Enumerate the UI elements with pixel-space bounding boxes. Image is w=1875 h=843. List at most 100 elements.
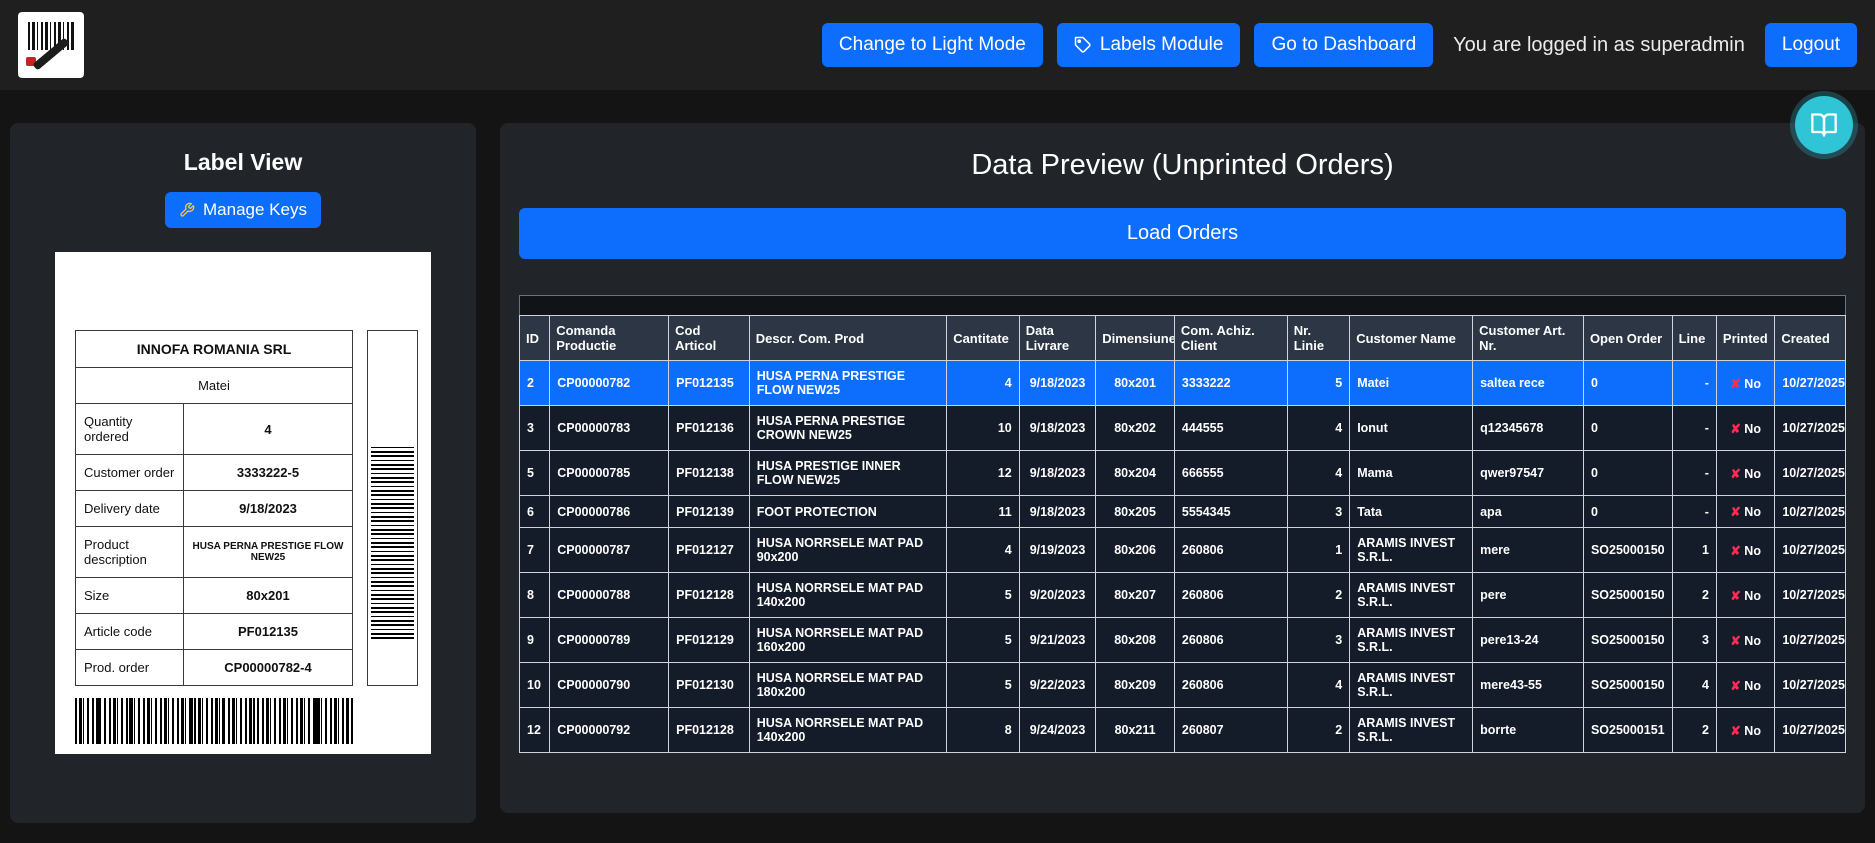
cell-created: 10/27/2025 <box>1775 496 1846 528</box>
column-header[interactable]: Customer Name <box>1350 316 1473 361</box>
table-row[interactable]: 8CP00000788PF012128HUSA NORRSELE MAT PAD… <box>520 573 1846 618</box>
label-field-value: 3333222-5 <box>184 455 353 491</box>
printed-label: No <box>1741 377 1761 391</box>
cell-com_achiz: 260806 <box>1174 663 1287 708</box>
cell-nr_linie: 4 <box>1287 663 1349 708</box>
wrench-icon <box>179 202 195 218</box>
cell-descr: HUSA NORRSELE MAT PAD 140x200 <box>749 708 946 753</box>
cell-comanda: CP00000783 <box>550 406 669 451</box>
cell-nr_linie: 4 <box>1287 406 1349 451</box>
label-field-name: Size <box>76 578 184 614</box>
column-header[interactable]: Printed <box>1716 316 1774 361</box>
dashboard-button[interactable]: Go to Dashboard <box>1254 23 1433 67</box>
cell-customer_name: ARAMIS INVEST S.R.L. <box>1350 618 1473 663</box>
cell-id: 2 <box>520 361 550 406</box>
label-field-row: Product descriptionHUSA PERNA PRESTIGE F… <box>76 527 353 578</box>
column-header[interactable]: Nr. Linie <box>1287 316 1349 361</box>
cell-open_order: SO25000150 <box>1583 573 1672 618</box>
cell-com_achiz: 3333222 <box>1174 361 1287 406</box>
cell-id: 7 <box>520 528 550 573</box>
cell-data_livrare: 9/24/2023 <box>1019 708 1096 753</box>
printed-label: No <box>1741 634 1761 648</box>
printed-label: No <box>1741 505 1761 519</box>
cell-customer_art: mere <box>1473 528 1584 573</box>
app-logo[interactable] <box>18 12 84 78</box>
cell-nr_linie: 1 <box>1287 528 1349 573</box>
cell-com_achiz: 260806 <box>1174 618 1287 663</box>
cell-customer_art: mere43-55 <box>1473 663 1584 708</box>
cell-printed: ✘ No <box>1716 361 1774 406</box>
column-header[interactable]: Data Livrare <box>1019 316 1096 361</box>
cell-data_livrare: 9/18/2023 <box>1019 451 1096 496</box>
label-field-name: Quantity ordered <box>76 404 184 455</box>
label-field-value: PF012135 <box>184 614 353 650</box>
cell-com_achiz: 5554345 <box>1174 496 1287 528</box>
label-field-name: Article code <box>76 614 184 650</box>
labels-module-button[interactable]: Labels Module <box>1057 23 1241 67</box>
table-row[interactable]: 12CP00000792PF012128HUSA NORRSELE MAT PA… <box>520 708 1846 753</box>
cell-printed: ✘ No <box>1716 496 1774 528</box>
column-header[interactable]: Comanda Productie <box>550 316 669 361</box>
column-header[interactable]: Com. Achiz. Client <box>1174 316 1287 361</box>
column-header[interactable]: Customer Art. Nr. <box>1473 316 1584 361</box>
cell-open_order: 0 <box>1583 361 1672 406</box>
table-row[interactable]: 10CP00000790PF012130HUSA NORRSELE MAT PA… <box>520 663 1846 708</box>
label-customer-row: Matei <box>76 368 353 404</box>
tag-icon <box>1074 36 1092 54</box>
column-header[interactable]: Open Order <box>1583 316 1672 361</box>
barcode-logo-icon <box>28 22 74 50</box>
light-mode-button[interactable]: Change to Light Mode <box>822 23 1043 67</box>
cell-customer_art: qwer97547 <box>1473 451 1584 496</box>
column-header[interactable]: ID <box>520 316 550 361</box>
cell-descr: FOOT PROTECTION <box>749 496 946 528</box>
label-company: INNOFA ROMANIA SRL <box>76 331 353 368</box>
label-preview: INNOFA ROMANIA SRL Matei Quantity ordere… <box>55 252 431 754</box>
main-content: Label View Manage Keys INNOFA ROMANIA SR… <box>0 90 1875 843</box>
table-row[interactable]: 5CP00000785PF012138HUSA PRESTIGE INNER F… <box>520 451 1846 496</box>
table-row[interactable]: 3CP00000783PF012136HUSA PERNA PRESTIGE C… <box>520 406 1846 451</box>
table-row[interactable]: 2CP00000782PF012135HUSA PERNA PRESTIGE F… <box>520 361 1846 406</box>
cell-line: 3 <box>1672 618 1716 663</box>
column-header[interactable]: Line <box>1672 316 1716 361</box>
cell-comanda: CP00000788 <box>550 573 669 618</box>
table-row[interactable]: 6CP00000786PF012139FOOT PROTECTION119/18… <box>520 496 1846 528</box>
cell-customer_art: pere13-24 <box>1473 618 1584 663</box>
cell-cod: PF012139 <box>669 496 750 528</box>
column-header[interactable]: Dimensiune <box>1096 316 1175 361</box>
column-header[interactable]: Cod Articol <box>669 316 750 361</box>
column-header[interactable]: Descr. Com. Prod <box>749 316 946 361</box>
cell-comanda: CP00000789 <box>550 618 669 663</box>
label-view-panel: Label View Manage Keys INNOFA ROMANIA SR… <box>10 123 476 823</box>
cell-line: - <box>1672 361 1716 406</box>
floating-docs-button[interactable] <box>1795 96 1853 154</box>
column-header[interactable]: Cantitate <box>947 316 1020 361</box>
cell-data_livrare: 9/21/2023 <box>1019 618 1096 663</box>
cell-cod: PF012129 <box>669 618 750 663</box>
cell-cantitate: 5 <box>947 618 1020 663</box>
column-header[interactable]: Created <box>1775 316 1846 361</box>
cell-data_livrare: 9/22/2023 <box>1019 663 1096 708</box>
printed-label: No <box>1741 679 1761 693</box>
cell-line: - <box>1672 406 1716 451</box>
labels-module-label: Labels Module <box>1100 34 1224 56</box>
cell-cantitate: 11 <box>947 496 1020 528</box>
load-orders-button[interactable]: Load Orders <box>519 208 1846 259</box>
cell-printed: ✘ No <box>1716 708 1774 753</box>
cell-customer_name: ARAMIS INVEST S.R.L. <box>1350 663 1473 708</box>
label-company-row: INNOFA ROMANIA SRL <box>76 331 353 368</box>
table-row[interactable]: 7CP00000787PF012127HUSA NORRSELE MAT PAD… <box>520 528 1846 573</box>
manage-keys-label: Manage Keys <box>203 200 307 220</box>
printed-label: No <box>1741 467 1761 481</box>
cell-created: 10/27/2025 <box>1775 663 1846 708</box>
logout-button[interactable]: Logout <box>1765 23 1857 67</box>
cell-comanda: CP00000787 <box>550 528 669 573</box>
table-row[interactable]: 9CP00000789PF012129HUSA NORRSELE MAT PAD… <box>520 618 1846 663</box>
x-icon: ✘ <box>1730 505 1740 519</box>
label-preview-body: INNOFA ROMANIA SRL Matei Quantity ordere… <box>75 330 419 686</box>
cell-customer_name: ARAMIS INVEST S.R.L. <box>1350 573 1473 618</box>
label-field-row: Size80x201 <box>76 578 353 614</box>
data-preview-panel: Data Preview (Unprinted Orders) Load Ord… <box>500 123 1865 813</box>
cell-cantitate: 4 <box>947 528 1020 573</box>
manage-keys-button[interactable]: Manage Keys <box>165 192 321 228</box>
cell-line: - <box>1672 496 1716 528</box>
